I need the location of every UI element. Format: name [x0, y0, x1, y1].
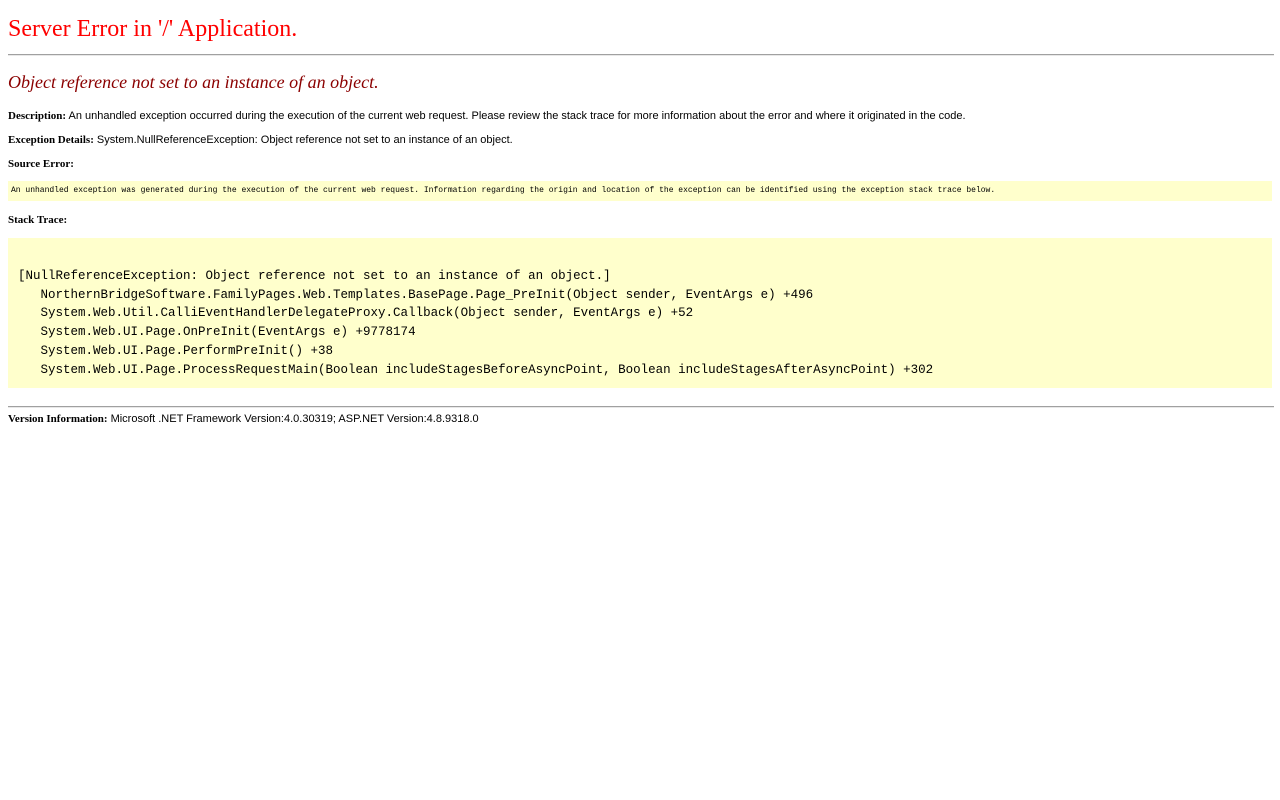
stack-trace-label: Stack Trace: — [8, 214, 68, 226]
version-information-row: Version Information: Microsoft .NET Fram… — [8, 412, 479, 426]
footer-divider — [8, 406, 1274, 408]
source-error-text: An unhandled exception was generated dur… — [11, 186, 996, 195]
stack-trace-code: [NullReferenceException: Object referenc… — [18, 267, 933, 379]
stack-trace-line: NorthernBridgeSoftware.FamilyPages.Web.T… — [18, 287, 814, 302]
stack-trace-line: System.Web.UI.Page.OnPreInit(EventArgs e… — [18, 325, 416, 340]
version-information-label: Version Information: — [8, 413, 108, 425]
page-title: Server Error in '/' Application. — [8, 16, 298, 42]
description-label: Description: — [8, 110, 67, 122]
stack-trace-line: [NullReferenceException: Object referenc… — [18, 269, 611, 283]
stack-trace-row: Stack Trace: — [8, 213, 67, 227]
stack-trace-box: [NullReferenceException: Object referenc… — [8, 238, 1272, 388]
version-information-text: Microsoft .NET Framework Version:4.0.303… — [110, 413, 479, 425]
source-error-row: Source Error: — [8, 157, 74, 171]
source-error-box: An unhandled exception was generated dur… — [8, 181, 1272, 201]
stack-trace-line: System.Web.Util.CalliEventHandlerDelegat… — [18, 306, 694, 321]
description-row: Description: An unhandled exception occu… — [8, 109, 966, 123]
exception-details-text: System.NullReferenceException: Object re… — [96, 134, 513, 146]
description-text: An unhandled exception occurred during t… — [68, 110, 966, 122]
title-divider — [8, 54, 1274, 56]
exception-details-row: Exception Details: System.NullReferenceE… — [8, 133, 513, 147]
stack-trace-line: System.Web.UI.Page.ProcessRequestMain(Bo… — [18, 362, 934, 377]
exception-details-label: Exception Details: — [8, 134, 94, 146]
source-error-label: Source Error: — [8, 158, 74, 170]
stack-trace-line: System.Web.UI.Page.PerformPreInit() +38 — [18, 343, 334, 358]
error-message-heading: Object reference not set to an instance … — [8, 72, 379, 92]
